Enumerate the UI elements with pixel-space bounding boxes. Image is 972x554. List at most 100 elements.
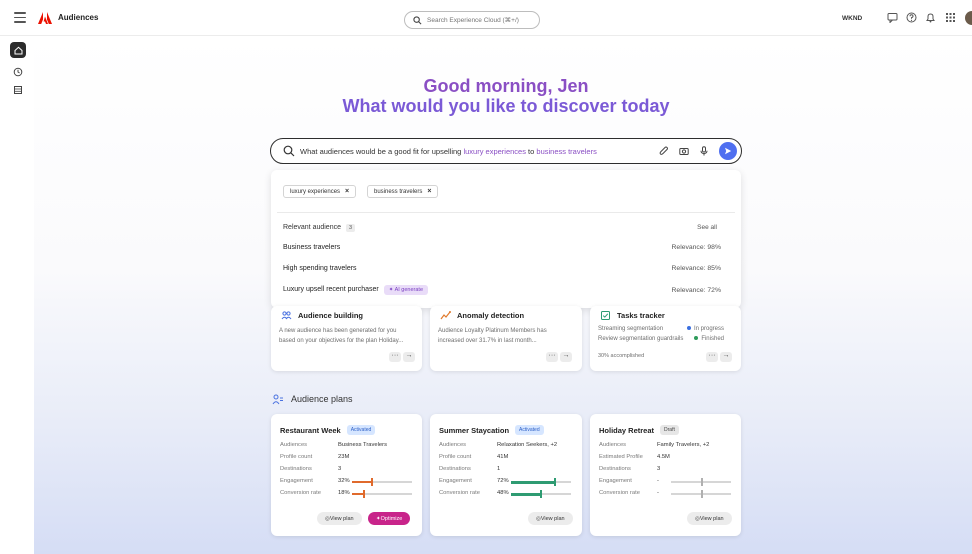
plan-row: Destinations 3 — [599, 466, 661, 472]
filter-chip[interactable]: luxury experiences × — [283, 185, 357, 198]
metric-marker — [554, 478, 557, 486]
card-description: A new audience has been generated for yo… — [279, 328, 404, 344]
remove-chip-icon[interactable]: × — [345, 188, 349, 195]
send-button[interactable] — [719, 142, 737, 160]
metric-marker — [539, 490, 542, 498]
plan-card-restaurant-week[interactable]: Restaurant Week Activated Audiences Busine… — [271, 414, 422, 536]
metric-fill — [511, 493, 540, 496]
feedback-icon[interactable] — [887, 12, 898, 23]
card-title: Tasks tracker — [600, 310, 665, 321]
task-row: Review segmentation guardrails Finished — [598, 336, 724, 342]
anomaly-icon — [440, 311, 451, 320]
plan-row: Engagement - — [599, 478, 733, 487]
apps-icon[interactable] — [945, 12, 956, 23]
plan-title: Restaurant Week Activated — [280, 425, 376, 435]
remove-chip-icon[interactable]: × — [427, 188, 431, 195]
status-badge: Draft — [660, 425, 679, 435]
engagement-bar — [671, 478, 731, 486]
open-arrow-button[interactable]: → — [720, 352, 732, 362]
plan-row: Conversion rate - — [599, 490, 733, 499]
plan-row: Profile count 41M — [439, 454, 509, 460]
bell-icon[interactable] — [925, 12, 936, 23]
metric-marker — [362, 490, 365, 498]
metric-marker — [371, 478, 374, 486]
conversion-bar — [352, 490, 412, 498]
filter-chip[interactable]: business travelers × — [367, 185, 439, 198]
plan-row: Conversion rate 48% — [439, 490, 573, 499]
greeting-line1: Good morning, Jen — [423, 76, 589, 96]
metric-marker — [701, 490, 703, 498]
paperclip-icon[interactable] — [659, 146, 669, 156]
avatar[interactable] — [965, 11, 972, 25]
engagement-bar — [352, 478, 412, 486]
audience-suggestion[interactable]: Business travelers Relevance: 98% — [283, 244, 721, 251]
open-arrow-button[interactable]: → — [560, 352, 572, 362]
audience-plans-heading: Audience plans — [272, 393, 353, 405]
conversion-bar — [671, 490, 731, 498]
anomaly-detection-card[interactable]: Anomaly detection Audience Loyalty Plati… — [430, 306, 582, 371]
plan-card-summer-staycation[interactable]: Summer Staycation Activated Audiences Rela… — [430, 414, 582, 536]
metric-fill — [352, 493, 363, 495]
microphone-icon[interactable] — [699, 146, 709, 156]
ai-prompt-input[interactable]: What audiences would be a good fit for u… — [270, 138, 742, 164]
tasks-icon — [601, 311, 610, 320]
more-button[interactable]: ··· — [389, 352, 401, 362]
search-input[interactable] — [427, 16, 537, 24]
card-description: Audience Loyalty Platinum Members has inc… — [438, 328, 547, 344]
app-title: Audiences — [58, 13, 99, 22]
plan-row: Conversion rate 18% — [280, 490, 414, 499]
plan-row: Engagement 32% — [280, 478, 414, 487]
status-dot — [694, 336, 699, 341]
adobe-logo[interactable] — [38, 11, 52, 25]
audience-building-card[interactable]: Audience building A new audience has bee… — [271, 306, 422, 371]
metric-fill — [511, 481, 555, 484]
plan-row: Engagement 72% — [439, 478, 573, 487]
status-badge: Activated — [346, 425, 376, 435]
search-icon — [283, 145, 295, 157]
audience-icon — [281, 311, 292, 320]
plan-row: Estimated Profile 4.5M — [599, 454, 670, 460]
plan-row: Audiences Relaxation Seekers, +2 — [439, 442, 558, 448]
ai-generate-badge[interactable]: ✦ AI generate — [383, 285, 428, 295]
camera-icon[interactable] — [679, 146, 689, 156]
metric-fill — [352, 481, 372, 483]
task-row: Streaming segmentation In progress — [598, 326, 724, 332]
plan-title: Summer Staycation Activated — [439, 425, 544, 435]
send-icon — [725, 147, 732, 155]
plan-card-holiday-retreat[interactable]: Holiday Retreat Draft Audiences Family Tra… — [590, 414, 741, 536]
help-icon[interactable] — [906, 12, 917, 23]
prompt-text[interactable]: What audiences would be a good fit for u… — [300, 147, 597, 156]
metric-marker — [701, 478, 703, 486]
tasks-tracker-card[interactable]: Tasks tracker Streaming segmentation In p… — [590, 306, 741, 371]
progress-text: 30% accomplished — [598, 353, 645, 359]
top-bar: Audiences WKND — [0, 0, 972, 36]
search-field[interactable] — [404, 11, 540, 29]
greeting-line2: What would you like to discover today — [342, 96, 670, 116]
plan-row: Audiences Business Travelers — [280, 442, 387, 448]
plans-icon — [272, 394, 283, 405]
menu-icon[interactable] — [14, 12, 26, 26]
audience-suggestion[interactable]: High spending travelers Relevance: 85% — [283, 265, 721, 272]
audience-suggestion[interactable]: Luxury upsell recent purchaser ✦ AI gener… — [283, 285, 721, 295]
engagement-bar — [511, 478, 571, 486]
see-all-link[interactable]: See all — [697, 224, 717, 231]
home-icon[interactable] — [10, 42, 26, 58]
org-switcher[interactable]: WKND — [842, 15, 862, 22]
plan-row: Profile count 23M — [280, 454, 350, 460]
view-plan-button[interactable]: ◎ View plan — [317, 512, 362, 525]
card-title: Anomaly detection — [440, 310, 524, 321]
more-button[interactable]: ··· — [706, 352, 718, 362]
more-button[interactable]: ··· — [546, 352, 558, 362]
plan-title: Holiday Retreat Draft — [599, 425, 679, 435]
plan-row: Destinations 1 — [439, 466, 501, 472]
relevant-audience-heading: Relevant audience 3 — [283, 224, 356, 232]
optimize-button[interactable]: ✦ Optimize — [368, 512, 411, 525]
view-plan-button[interactable]: ◎ View plan — [528, 512, 573, 525]
view-plan-button[interactable]: ◎ View plan — [687, 512, 732, 525]
status-badge: Activated — [515, 425, 544, 435]
search-icon — [413, 15, 422, 24]
plan-row: Destinations 3 — [280, 466, 342, 472]
open-arrow-button[interactable]: → — [403, 352, 415, 362]
status-dot — [686, 326, 691, 331]
count-badge: 3 — [346, 224, 356, 232]
